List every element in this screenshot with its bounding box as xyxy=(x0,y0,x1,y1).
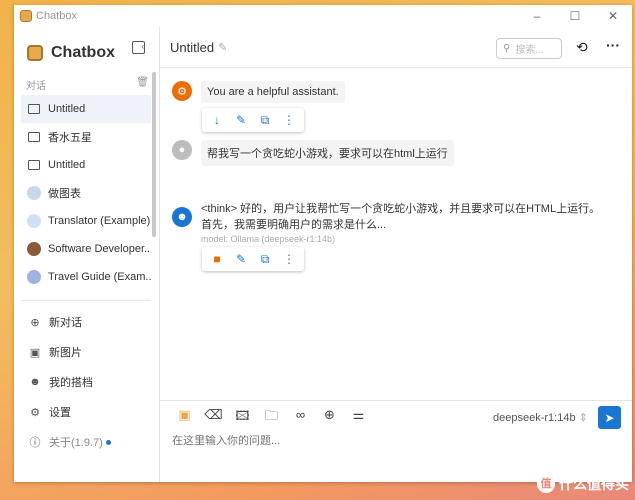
chat-icon xyxy=(27,158,41,172)
eraser-icon[interactable]: ⌫ xyxy=(199,407,228,429)
message-input[interactable] xyxy=(172,435,592,447)
collapse-sidebar-icon[interactable]: ‹ xyxy=(132,41,145,54)
minimize-button[interactable]: – xyxy=(518,5,556,27)
copilot-avatar-icon xyxy=(27,270,41,284)
image-add-icon: ▣ xyxy=(29,346,41,359)
chevron-updown-icon: ⇕ xyxy=(578,412,588,424)
chat-icon xyxy=(27,130,41,144)
bot-avatar-icon: ☻ xyxy=(172,207,192,227)
history-icon[interactable]: ⟲ xyxy=(576,39,588,56)
message-meta: model: Ollama (deepseek-r1:14b) xyxy=(201,234,336,244)
image-icon[interactable]: 🖾 xyxy=(228,407,257,429)
globe-icon[interactable]: ⊕ xyxy=(315,407,344,429)
conversation-item[interactable]: 香水五星 xyxy=(21,123,151,151)
watermark: 值什么值得买 xyxy=(537,474,629,494)
conversation-label: Untitled xyxy=(48,159,86,171)
sidebar-scrollbar[interactable] xyxy=(152,72,156,237)
gear-icon: ⚙ xyxy=(30,406,40,419)
message-text: You are a helpful assistant. xyxy=(201,81,345,103)
chat-panel: Untitled ✎ ⚲ 搜索... ⟲ ··· ⚙ You are a help… xyxy=(160,27,632,482)
conversation-label: 做图表 xyxy=(48,188,81,200)
folder-icon[interactable]: 🗀 xyxy=(257,407,286,429)
robot-icon: ☻ xyxy=(29,376,41,388)
message-system: ⚙ You are a helpful assistant. xyxy=(172,81,345,103)
nav-label: 关于(1.9.7) xyxy=(49,437,103,449)
close-button[interactable]: ✕ xyxy=(594,5,632,27)
nav-new-image[interactable]: ▣ 新图片 xyxy=(14,337,159,367)
message-text: <think> 好的，用户让我帮忙写一个贪吃蛇小游戏，并且要求可以在HTML上运… xyxy=(201,203,601,231)
sidebar: Chatbox ‹ 对话 🗑 Untitled 香水五星 Untitled 做图表 Tra… xyxy=(14,27,160,482)
user-avatar-icon: ● xyxy=(172,140,192,160)
copilot-icon[interactable]: ▣ xyxy=(170,407,199,429)
conversation-label: Travel Guide (Exam... xyxy=(48,271,151,283)
nav-my-copilots[interactable]: ☻ 我的搭档 xyxy=(14,367,159,397)
conversation-item[interactable]: Translator (Example) xyxy=(21,207,151,235)
conversation-label: Software Developer... xyxy=(48,243,151,255)
update-dot xyxy=(105,439,111,445)
chat-icon xyxy=(27,102,41,116)
settings-sliders-icon[interactable]: ⚌ xyxy=(344,407,373,429)
stop-icon[interactable]: ■ xyxy=(205,252,229,266)
conversation-label: Translator (Example) xyxy=(48,215,151,227)
conversation-item[interactable]: 做图表 xyxy=(21,179,151,207)
copilot-avatar-icon xyxy=(27,242,41,256)
info-icon: ⓘ xyxy=(29,437,41,449)
nav-label: 我的搭档 xyxy=(49,377,93,389)
watermark-text: 什么值得买 xyxy=(559,476,629,492)
nav-label: 设置 xyxy=(49,407,71,419)
send-button[interactable]: ➤ xyxy=(598,406,621,429)
search-placeholder: 搜索... xyxy=(515,45,544,56)
conversation-item[interactable]: Software Developer... xyxy=(21,235,151,263)
nav-about[interactable]: ⓘ 关于(1.9.7) xyxy=(14,427,159,457)
nav-label: 新图片 xyxy=(49,347,82,359)
search-box[interactable]: ⚲ 搜索... xyxy=(496,38,562,59)
section-label: 对话 xyxy=(26,81,46,92)
message-toolbar: ↓ ✎ ⧉ ⋮ xyxy=(202,108,304,132)
archive-icon[interactable]: 🗑 xyxy=(136,77,149,95)
more-vert-icon[interactable]: ⋮ xyxy=(277,252,301,266)
send-icon: ➤ xyxy=(604,410,615,425)
conversation-item[interactable]: Untitled xyxy=(21,95,151,123)
edit-icon[interactable]: ✎ xyxy=(229,113,253,127)
app-window: Chatbox – ☐ ✕ Chatbox ‹ 对话 🗑 Untitled 香水五星… xyxy=(14,5,632,482)
copy-icon[interactable]: ⧉ xyxy=(253,252,277,267)
app-logo-icon xyxy=(20,10,32,22)
chat-title[interactable]: Untitled xyxy=(170,40,214,55)
message-assistant: ☻ <think> 好的，用户让我帮忙写一个贪吃蛇小游戏，并且要求可以在HTML… xyxy=(172,201,601,245)
edit-icon[interactable]: ✎ xyxy=(229,252,253,266)
plus-circle-icon: ⊕ xyxy=(30,316,40,329)
nav-label: 新对话 xyxy=(49,317,82,329)
conversation-item[interactable]: Untitled xyxy=(21,151,151,179)
maximize-button[interactable]: ☐ xyxy=(556,5,594,27)
title-bar: Chatbox – ☐ ✕ xyxy=(14,5,632,27)
system-avatar-icon: ⚙ xyxy=(172,81,192,101)
message-user: ● 帮我写一个贪吃蛇小游戏，要求可以在html上运行 xyxy=(172,140,454,166)
nav-new-chat[interactable]: ⊕ 新对话 xyxy=(14,307,159,337)
conversation-label: 香水五星 xyxy=(48,132,92,144)
nav-settings[interactable]: ⚙ 设置 xyxy=(14,397,159,427)
brand-name: Chatbox xyxy=(51,44,115,61)
divider xyxy=(21,300,151,301)
search-icon: ⚲ xyxy=(503,43,511,54)
model-selector[interactable]: deepseek-r1:14b ⇕ xyxy=(493,411,588,424)
conversation-item[interactable]: Travel Guide (Exam... xyxy=(21,263,151,291)
message-text: 帮我写一个贪吃蛇小游戏，要求可以在html上运行 xyxy=(201,140,454,166)
more-vert-icon[interactable]: ⋮ xyxy=(277,113,301,127)
brand-logo-icon xyxy=(27,45,43,61)
composer: ▣ ⌫ 🖾 🗀 ∞ ⊕ ⚌ deepseek-r1:14b ⇕ ➤ xyxy=(160,400,632,482)
watermark-logo-icon: 值 xyxy=(537,475,555,493)
model-name: deepseek-r1:14b xyxy=(493,412,576,424)
copy-icon[interactable]: ⧉ xyxy=(253,113,277,128)
link-icon[interactable]: ∞ xyxy=(286,407,315,429)
copilot-avatar-icon xyxy=(27,214,41,228)
arrow-down-icon[interactable]: ↓ xyxy=(205,113,229,127)
message-toolbar: ■ ✎ ⧉ ⋮ xyxy=(202,247,304,271)
copilot-avatar-icon xyxy=(27,186,41,200)
edit-title-icon[interactable]: ✎ xyxy=(218,41,227,54)
more-icon[interactable]: ··· xyxy=(606,37,620,53)
conversation-label: Untitled xyxy=(48,103,86,115)
window-title: Chatbox xyxy=(36,10,77,22)
